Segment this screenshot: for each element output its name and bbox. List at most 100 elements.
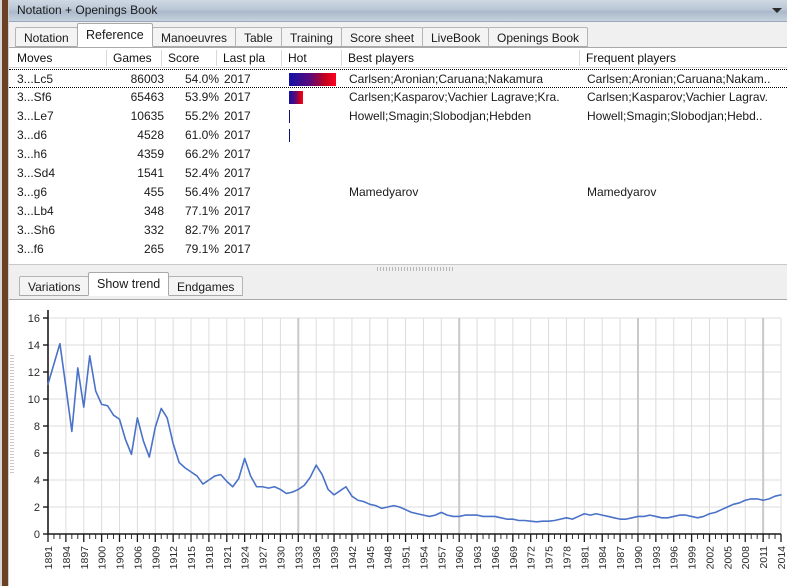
table-row[interactable]: 3...h6435966.2%2017 [9, 145, 787, 164]
svg-text:1972: 1972 [526, 546, 538, 570]
svg-text:1909: 1909 [150, 546, 162, 570]
tab-openings-book[interactable]: Openings Book [488, 27, 588, 47]
cell-last-played: 2017 [224, 204, 284, 219]
cell-moves: 3...Lc5 [17, 72, 112, 87]
scroll-dots [10, 355, 14, 475]
tab-training[interactable]: Training [281, 27, 342, 47]
svg-text:1894: 1894 [61, 546, 73, 570]
column-header-games[interactable]: Games [106, 50, 162, 66]
column-header-moves[interactable]: Moves [11, 50, 112, 66]
svg-text:2008: 2008 [740, 546, 752, 570]
table-row[interactable]: 3...d6452861.0%2017 [9, 126, 787, 145]
svg-text:1924: 1924 [240, 546, 252, 570]
cell-games: 10635 [114, 109, 164, 124]
tab-manoeuvres[interactable]: Manoeuvres [152, 27, 236, 47]
table-row[interactable]: 3...Lb4348 77.1% 2017 [9, 202, 787, 221]
cell-moves: 3...d6 [17, 128, 112, 143]
cell-score: 66.2% [169, 147, 219, 162]
cell-games: 265 [114, 242, 164, 257]
svg-text:2: 2 [34, 502, 40, 514]
svg-text:2014: 2014 [776, 546, 787, 570]
table-row[interactable]: 3...Sd4154152.4%2017 [9, 164, 787, 183]
cell-games: 65463 [114, 90, 164, 105]
chart-y-axis: 0246810121416 [28, 313, 48, 541]
cell-best-players [349, 204, 584, 219]
svg-text:1960: 1960 [454, 546, 466, 570]
svg-text:1963: 1963 [472, 546, 484, 570]
svg-text:1948: 1948 [383, 546, 395, 570]
cell-frequent-players [587, 166, 787, 181]
svg-text:1906: 1906 [132, 546, 144, 570]
tab-livebook[interactable]: LiveBook [422, 27, 489, 47]
column-header-score[interactable]: Score [161, 50, 217, 66]
cell-best-players [349, 223, 584, 238]
column-header-last-played[interactable]: Last pla [216, 50, 282, 66]
svg-text:1951: 1951 [401, 546, 413, 570]
cell-moves: 3...f6 [17, 242, 112, 257]
tab-endgames[interactable]: Endgames [168, 276, 243, 296]
column-header-frequent-players[interactable]: Frequent players [579, 50, 785, 66]
cell-frequent-players [587, 204, 787, 219]
window-edge-strip [0, 0, 9, 586]
hot-bar [289, 110, 290, 123]
cell-last-played: 2017 [224, 185, 284, 200]
cell-frequent-players [587, 128, 787, 143]
svg-text:1930: 1930 [275, 546, 287, 570]
cell-moves: 3...Sd4 [17, 166, 112, 181]
cell-score: 56.4% [169, 185, 219, 200]
table-row[interactable]: 3...Sf66546353.9%2017Carlsen;Kasparov;Va… [9, 88, 787, 107]
svg-text:1999: 1999 [687, 546, 699, 570]
svg-text:1966: 1966 [490, 546, 502, 570]
cell-last-played: 2017 [224, 109, 284, 124]
table-row[interactable]: 3...Lc58600354.0%2017Carlsen;Aronian;Car… [9, 69, 787, 88]
tab-show-trend[interactable]: Show trend [88, 272, 169, 296]
cell-moves: 3...Sf6 [17, 90, 112, 105]
cell-moves: 3...Lb4 [17, 204, 112, 219]
tab-reference[interactable]: Reference [77, 23, 153, 47]
chart-x-axis: 1891189418971900190319061909191219151918… [43, 534, 787, 569]
cell-best-players: Mamedyarov [349, 185, 584, 200]
svg-text:1987: 1987 [615, 546, 627, 570]
svg-text:1927: 1927 [258, 546, 270, 570]
cell-score: 77.1% [169, 204, 219, 219]
svg-text:1897: 1897 [79, 546, 91, 570]
column-header-hot[interactable]: Hot [281, 50, 342, 66]
svg-text:1981: 1981 [579, 546, 591, 570]
svg-text:1990: 1990 [633, 546, 645, 570]
cell-frequent-players: Carlsen;Aronian;Caruana;Nakam.. [587, 72, 787, 87]
cell-score: 54.0% [169, 72, 219, 87]
column-header-best-players[interactable]: Best players [341, 50, 582, 66]
chevron-down-icon[interactable] [772, 8, 782, 13]
reference-table: MovesGamesScoreLast plaHotBest playersFr… [9, 48, 787, 264]
table-row[interactable]: 3...Sh633282.7%2017 [9, 221, 787, 240]
svg-text:1900: 1900 [97, 546, 109, 570]
trend-chart: 0246810121416189118941897190019031906190… [9, 300, 787, 586]
svg-text:1903: 1903 [115, 546, 127, 570]
table-row[interactable]: 3...f626579.1%2017 [9, 240, 787, 259]
hot-bar [289, 91, 303, 104]
cell-best-players: Carlsen;Aronian;Caruana;Nakamura [349, 72, 584, 87]
cell-moves: 3...g6 [17, 185, 112, 200]
table-row[interactable]: 3...g645556.4%2017MamedyarovMamedyarov [9, 183, 787, 202]
tab-notation[interactable]: Notation [15, 27, 78, 47]
table-row[interactable]: 3...Le71063555.2%2017Howell;Smagin;Slobo… [9, 107, 787, 126]
cell-best-players [349, 242, 584, 257]
svg-text:2002: 2002 [704, 546, 716, 570]
svg-text:1942: 1942 [347, 546, 359, 570]
cell-best-players: Carlsen;Kasparov;Vachier Lagrave;Kra. [349, 90, 584, 105]
splitter-grip[interactable] [377, 267, 453, 271]
cell-best-players [349, 128, 584, 143]
cell-frequent-players [587, 223, 787, 238]
svg-text:1915: 1915 [186, 546, 198, 570]
cell-last-played: 2017 [224, 72, 284, 87]
tab-score-sheet[interactable]: Score sheet [341, 27, 423, 47]
tab-variations[interactable]: Variations [19, 276, 89, 296]
cell-best-players: Howell;Smagin;Slobodjan;Hebden [349, 109, 584, 124]
svg-text:1912: 1912 [168, 546, 180, 570]
cell-games: 348 [114, 204, 164, 219]
tab-table[interactable]: Table [235, 27, 282, 47]
svg-text:16: 16 [28, 313, 40, 325]
svg-text:2005: 2005 [722, 546, 734, 570]
svg-text:10: 10 [28, 394, 40, 406]
svg-text:2011: 2011 [758, 546, 770, 569]
